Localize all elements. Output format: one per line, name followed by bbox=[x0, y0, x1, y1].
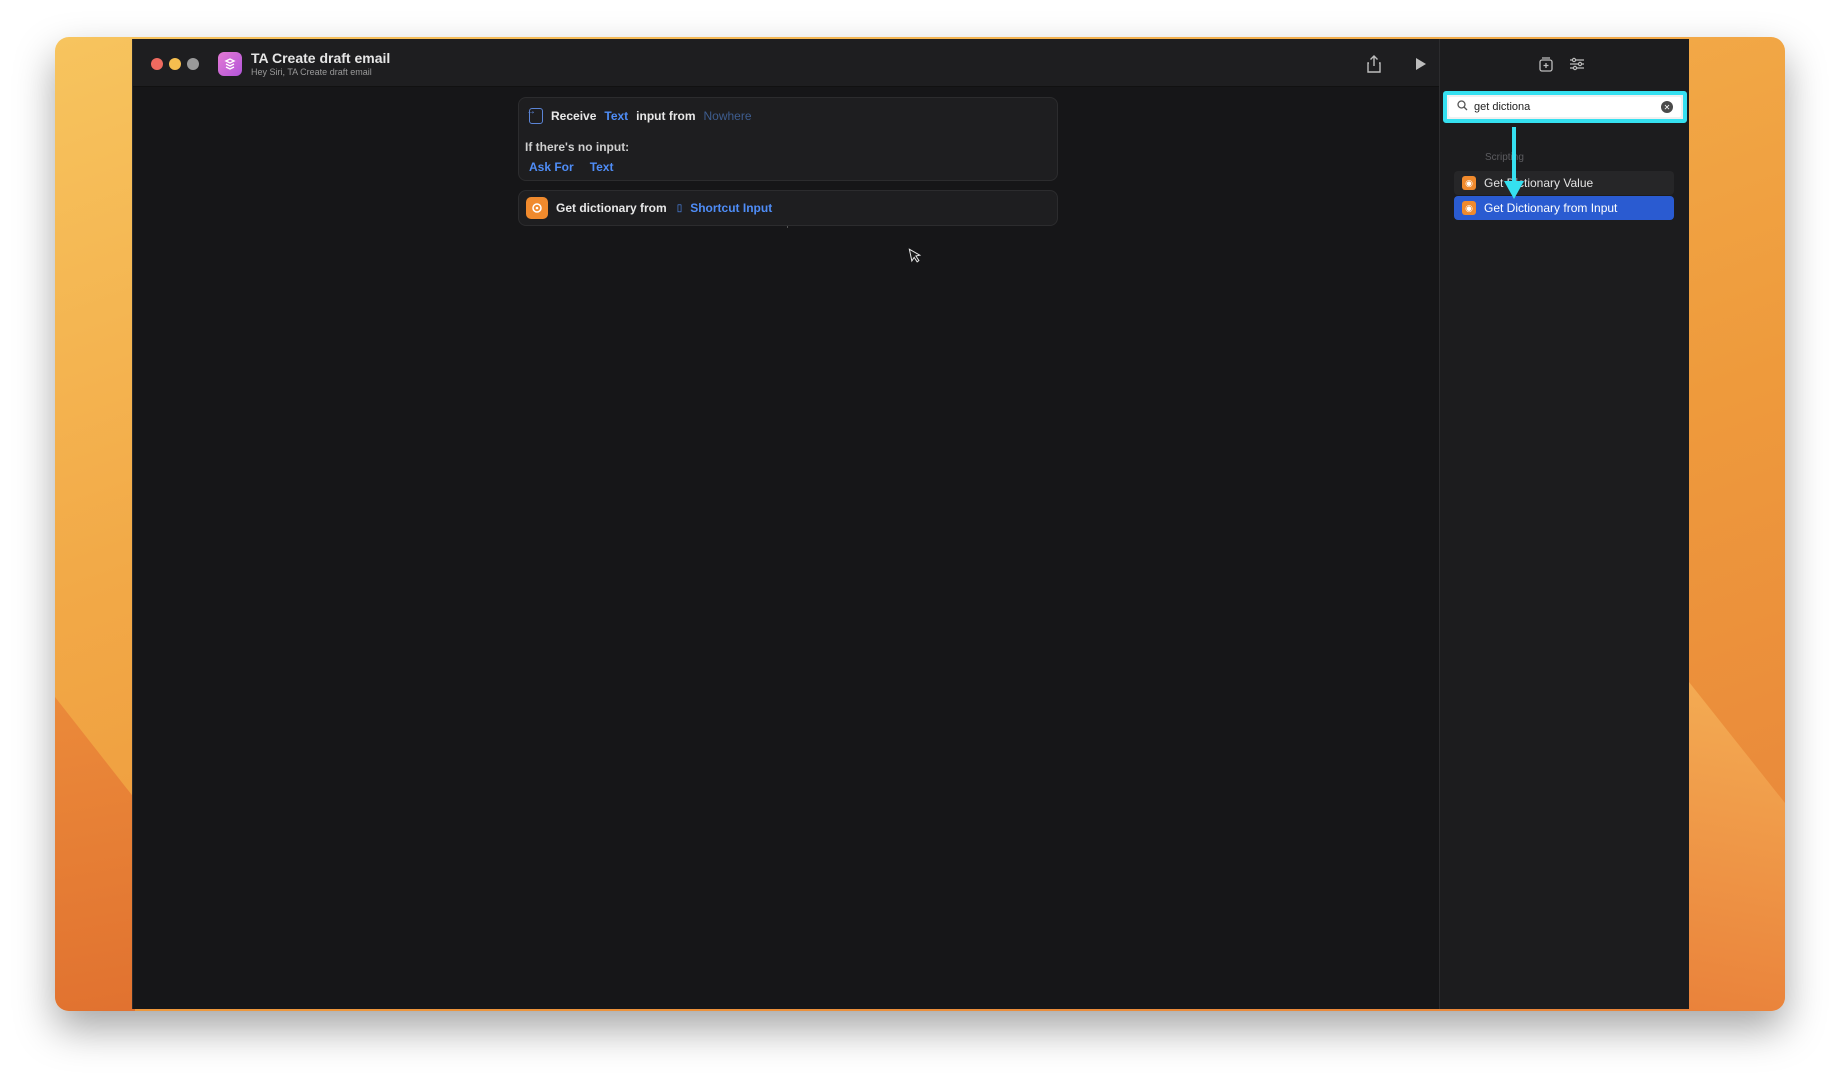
wallpaper-shape bbox=[55, 697, 135, 1011]
shortcut-details-button[interactable] bbox=[1566, 53, 1588, 75]
minimize-window-button[interactable] bbox=[169, 58, 181, 70]
input-type-token[interactable]: Text bbox=[604, 109, 628, 123]
wallpaper-shape bbox=[1685, 677, 1785, 1011]
input-source-token[interactable]: Nowhere bbox=[704, 109, 752, 123]
share-button[interactable] bbox=[1363, 53, 1385, 75]
result-label: Get Dictionary Value bbox=[1484, 176, 1594, 190]
maximize-window-button[interactable] bbox=[187, 58, 199, 70]
close-window-button[interactable] bbox=[151, 58, 163, 70]
play-icon bbox=[1416, 58, 1426, 70]
receive-input-icon bbox=[526, 106, 543, 124]
receive-input-action[interactable]: Receive Text input from Nowhere If there… bbox=[518, 97, 1058, 181]
share-icon bbox=[1367, 55, 1381, 73]
library-add-icon bbox=[1539, 57, 1553, 72]
window-subtitle: Hey Siri, TA Create draft email bbox=[251, 67, 372, 77]
receive-row: Receive Text input from Nowhere bbox=[526, 106, 752, 124]
ask-for-token[interactable]: Ask For bbox=[529, 160, 574, 174]
input-from-word: input from bbox=[636, 109, 696, 123]
mouse-cursor-icon bbox=[908, 246, 924, 267]
result-label: Get Dictionary from Input bbox=[1484, 201, 1618, 215]
action-sidebar: ✕ Scripting ◉ Get Dictionary Value ◉ Get… bbox=[1439, 39, 1689, 1009]
dictionary-action-icon: ◉ bbox=[1462, 201, 1476, 215]
ask-type-token[interactable]: Text bbox=[590, 160, 614, 174]
clear-icon[interactable]: ✕ bbox=[1661, 101, 1673, 113]
desktop-frame: TA Create draft email Hey Siri, TA Creat… bbox=[55, 37, 1785, 1011]
search-icon bbox=[1457, 100, 1468, 114]
no-input-label: If there's no input: bbox=[525, 140, 630, 154]
get-dictionary-label: Get dictionary from bbox=[556, 201, 667, 215]
get-dictionary-row: Get dictionary from ▯ Shortcut Input bbox=[526, 197, 772, 219]
shortcuts-window: TA Create draft email Hey Siri, TA Creat… bbox=[132, 39, 1689, 1009]
sliders-icon bbox=[1570, 57, 1584, 71]
ask-for-row: Ask For Text bbox=[529, 160, 613, 174]
title-bar: TA Create draft email Hey Siri, TA Creat… bbox=[133, 39, 1439, 87]
no-input-row: If there's no input: bbox=[525, 140, 629, 154]
action-library-button[interactable] bbox=[1535, 53, 1557, 75]
dictionary-action-icon: ◉ bbox=[1462, 176, 1476, 190]
shortcut-input-icon: ▯ bbox=[676, 202, 683, 214]
search-field-highlight: ✕ bbox=[1443, 91, 1687, 123]
window-title: TA Create draft email bbox=[251, 50, 391, 66]
editor-canvas[interactable]: Receive Text input from Nowhere If there… bbox=[133, 87, 1439, 1009]
get-dictionary-action[interactable]: Get dictionary from ▯ Shortcut Input bbox=[518, 190, 1058, 226]
search-input[interactable] bbox=[1474, 101, 1644, 113]
dictionary-action-icon bbox=[526, 197, 548, 219]
result-get-dictionary-from-input[interactable]: ◉ Get Dictionary from Input bbox=[1454, 196, 1674, 220]
shortcut-input-token[interactable]: Shortcut Input bbox=[690, 201, 772, 215]
receive-word: Receive bbox=[551, 109, 597, 123]
run-shortcut-button[interactable] bbox=[1409, 53, 1431, 75]
section-label: Scripting bbox=[1485, 152, 1524, 163]
shortcuts-app-icon bbox=[218, 52, 242, 76]
search-field[interactable]: ✕ bbox=[1449, 97, 1681, 117]
result-get-dictionary-value[interactable]: ◉ Get Dictionary Value bbox=[1454, 171, 1674, 195]
